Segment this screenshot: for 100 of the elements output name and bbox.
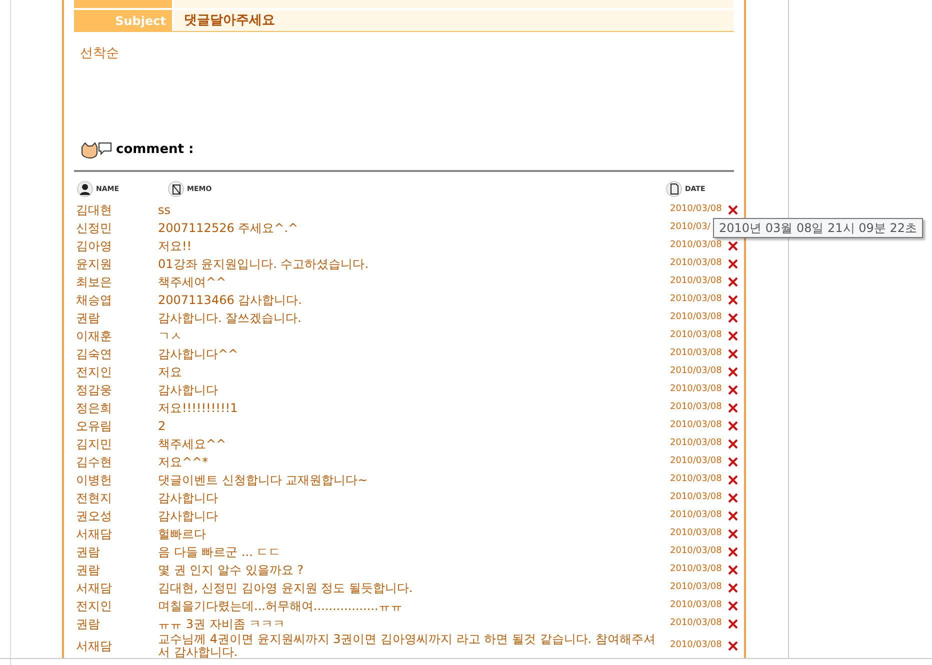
delete-icon[interactable]	[728, 241, 738, 251]
comment-author: 김수현	[75, 454, 113, 471]
comment-text: 감사합니다. 잘쓰겠습니다.	[158, 312, 302, 324]
note-icon	[168, 181, 184, 197]
delete-icon[interactable]	[728, 421, 738, 431]
comment-text: 2007113466 감사합니다.	[158, 294, 303, 306]
comment-text: 음 다들 빠르군 ... ㄷㄷ	[158, 546, 282, 558]
delete-icon[interactable]	[728, 385, 738, 395]
comment-author: 권람	[75, 562, 101, 579]
comment-author: 김숙연	[75, 346, 113, 363]
comment-text: 헐빠르다	[158, 528, 207, 540]
comment-text: ss	[158, 204, 172, 216]
comment-date: 2010/03/08	[670, 491, 722, 504]
comment-author: 채승엽	[75, 292, 113, 309]
comment-author: 오유림	[75, 418, 113, 435]
comment-text: 저요^^*	[158, 456, 210, 468]
comment-author: 이재훈	[75, 328, 113, 345]
comment-text: 책주세요^^	[158, 438, 228, 450]
delete-icon[interactable]	[728, 475, 738, 485]
tooltip: 2010년 03월 08일 21시 09분 22초	[713, 218, 923, 238]
comment-text: 감사합니다^^	[158, 348, 240, 360]
comment-text: 01강좌 윤지원입니다. 수고하셨습니다.	[158, 258, 370, 270]
delete-icon[interactable]	[728, 619, 738, 629]
comment-date: 2010/03/08	[670, 455, 722, 468]
comment-author: 권람	[75, 310, 101, 327]
comment-date: 2010/03/08	[670, 473, 722, 486]
comment-author: 권람	[75, 616, 101, 633]
comment-date: 2010/03/08	[670, 581, 722, 594]
comment-text: 저요	[158, 366, 183, 378]
delete-icon[interactable]	[728, 439, 738, 449]
comment-author: 전지인	[75, 364, 113, 381]
comment-text: 저요!!	[158, 240, 193, 252]
comment-author: 윤지원	[75, 256, 113, 273]
delete-icon[interactable]	[728, 493, 738, 503]
comment-author: 정감웅	[75, 382, 113, 399]
delete-icon[interactable]	[728, 601, 738, 611]
comment-author: 권오성	[75, 508, 113, 525]
delete-icon[interactable]	[728, 529, 738, 539]
delete-icon[interactable]	[728, 403, 738, 413]
comment-date: 2010/03/08	[670, 639, 722, 652]
delete-icon[interactable]	[728, 205, 738, 215]
comment-text: 김대현, 신정민 김아영 윤지원 정도 될듯합니다.	[158, 582, 414, 594]
delete-icon[interactable]	[728, 259, 738, 269]
comment-date: 2010/03/08	[670, 329, 722, 342]
subject-text: 댓글달아주세요	[174, 10, 734, 31]
delete-icon[interactable]	[728, 511, 738, 521]
comment-author: 신정민	[75, 220, 113, 237]
delete-icon[interactable]	[728, 313, 738, 323]
document-icon	[666, 181, 682, 197]
comment-text: 저요!!!!!!!!!!1	[158, 402, 239, 414]
comment-text: ㅠㅠ 3권 자비좀 ㅋㅋㅋ	[158, 618, 286, 630]
comment-text: 댓글이벤트 신청합니다 교재원합니다~	[158, 474, 369, 486]
comment-text: 감사합니다	[158, 492, 219, 504]
comment-author: 서재담	[75, 526, 113, 543]
comment-text: 며칠을기다렸는데...허무해여.................ㅠㅠ	[158, 600, 404, 612]
comment-date: 2010/03/08	[670, 437, 722, 450]
delete-icon[interactable]	[728, 547, 738, 557]
comment-date: 2010/03/08	[670, 293, 722, 306]
comment-author: 전현지	[75, 490, 113, 507]
comment-date: 2010/03/08	[670, 509, 722, 522]
delete-icon[interactable]	[728, 367, 738, 377]
comment-date: 2010/03/	[670, 221, 710, 234]
comment-text: 감사합니다	[158, 384, 219, 396]
comment-text: 2	[158, 420, 167, 432]
comment-author: 김지민	[75, 436, 113, 453]
comment-author: 전지인	[75, 598, 113, 615]
comment-author: 이병헌	[75, 472, 113, 489]
delete-icon[interactable]	[728, 583, 738, 593]
comment-author: 서재담	[75, 638, 113, 655]
comment-date: 2010/03/08	[670, 365, 722, 378]
delete-icon[interactable]	[728, 457, 738, 467]
comment-date: 2010/03/08	[670, 311, 722, 324]
comment-date: 2010/03/08	[670, 347, 722, 360]
comment-date: 2010/03/08	[670, 419, 722, 432]
comment-date: 2010/03/08	[670, 545, 722, 558]
delete-icon[interactable]	[728, 331, 738, 341]
comment-date: 2010/03/08	[670, 401, 722, 414]
comment-date: 2010/03/08	[670, 599, 722, 612]
comment-text: 몇 권 인지 알수 있을까요 ?	[158, 564, 304, 576]
delete-icon[interactable]	[728, 295, 738, 305]
comment-date: 2010/03/08	[670, 239, 722, 252]
comment-date: 2010/03/08	[670, 527, 722, 540]
comment-date: 2010/03/08	[670, 257, 722, 270]
delete-icon[interactable]	[728, 641, 738, 651]
comment-date: 2010/03/08	[670, 203, 722, 216]
comment-text: ㄱㅅ	[158, 330, 183, 342]
comment-text: 책주세여^^	[158, 276, 228, 288]
delete-icon[interactable]	[728, 565, 738, 575]
comment-author: 정은희	[75, 400, 113, 417]
comment-date: 2010/03/08	[670, 275, 722, 288]
cat-speech-icon	[80, 141, 114, 159]
comment-text: 2007112526 주세요^.^	[158, 222, 300, 234]
comment-author: 김아영	[75, 238, 113, 255]
delete-icon[interactable]	[728, 277, 738, 287]
comment-author: 김대현	[75, 202, 113, 219]
comment-date: 2010/03/08	[670, 563, 722, 576]
comment-heading: comment :	[116, 141, 194, 160]
delete-icon[interactable]	[728, 349, 738, 359]
comment-author: 서재담	[75, 580, 113, 597]
comment-author: 권람	[75, 544, 101, 561]
